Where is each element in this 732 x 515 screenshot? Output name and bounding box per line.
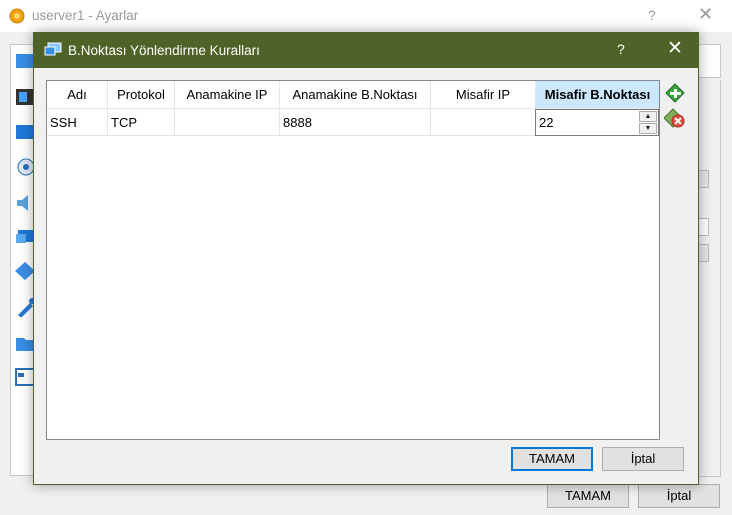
parent-help-button[interactable]: ? [648,7,656,23]
parent-close-button[interactable]: ✕ [698,4,713,25]
spin-down-button[interactable]: ▼ [639,123,657,134]
guest-port-value[interactable]: 22 [539,110,553,135]
guest-port-spinbox[interactable]: 22 ▲ ▼ [535,109,659,136]
table-cell-name[interactable]: SSH [47,109,108,136]
parent-panel-edge [697,44,721,78]
port-forwarding-dialog: B.Noktası Yönlendirme Kuralları ? ✕ Adı … [33,32,699,485]
parent-ok-button[interactable]: TAMAM [547,484,629,508]
network-icon [44,42,62,56]
dialog-cancel-button[interactable]: İptal [602,447,684,471]
column-header-guest-ip[interactable]: Misafir IP [431,81,536,109]
spin-buttons: ▲ ▼ [639,111,657,134]
column-header-name[interactable]: Adı [47,81,108,109]
dialog-close-button[interactable]: ✕ [667,38,683,60]
add-rule-icon[interactable] [664,83,686,103]
parent-window-title: userver1 - Ayarlar [32,8,139,23]
spin-up-button[interactable]: ▲ [639,111,657,122]
parent-cancel-button[interactable]: İptal [638,484,720,508]
parent-frame-edge [697,80,721,477]
dialog-help-button[interactable]: ? [617,41,625,57]
column-header-host-ip[interactable]: Anamakine IP [175,81,280,109]
column-header-guest-port[interactable]: Misafir B.Noktası [536,81,659,109]
remove-rule-icon[interactable] [664,108,686,128]
column-header-protocol[interactable]: Protokol [108,81,175,109]
table-cell-host-port[interactable]: 8888 [280,109,431,136]
port-forwarding-table: Adı Protokol Anamakine IP Anamakine B.No… [46,80,660,440]
table-cell-guest-ip[interactable] [431,109,536,136]
dialog-ok-button[interactable]: TAMAM [511,447,593,471]
table-cell-protocol[interactable]: TCP [108,109,175,136]
parent-titlebar: userver1 - Ayarlar ? ✕ [0,0,732,32]
virtualbox-app-icon [9,8,25,24]
table-cell-host-ip[interactable] [175,109,280,136]
dialog-title: B.Noktası Yönlendirme Kuralları [68,43,260,58]
dialog-titlebar: B.Noktası Yönlendirme Kuralları ? ✕ [34,33,698,68]
column-header-host-port[interactable]: Anamakine B.Noktası [280,81,431,109]
